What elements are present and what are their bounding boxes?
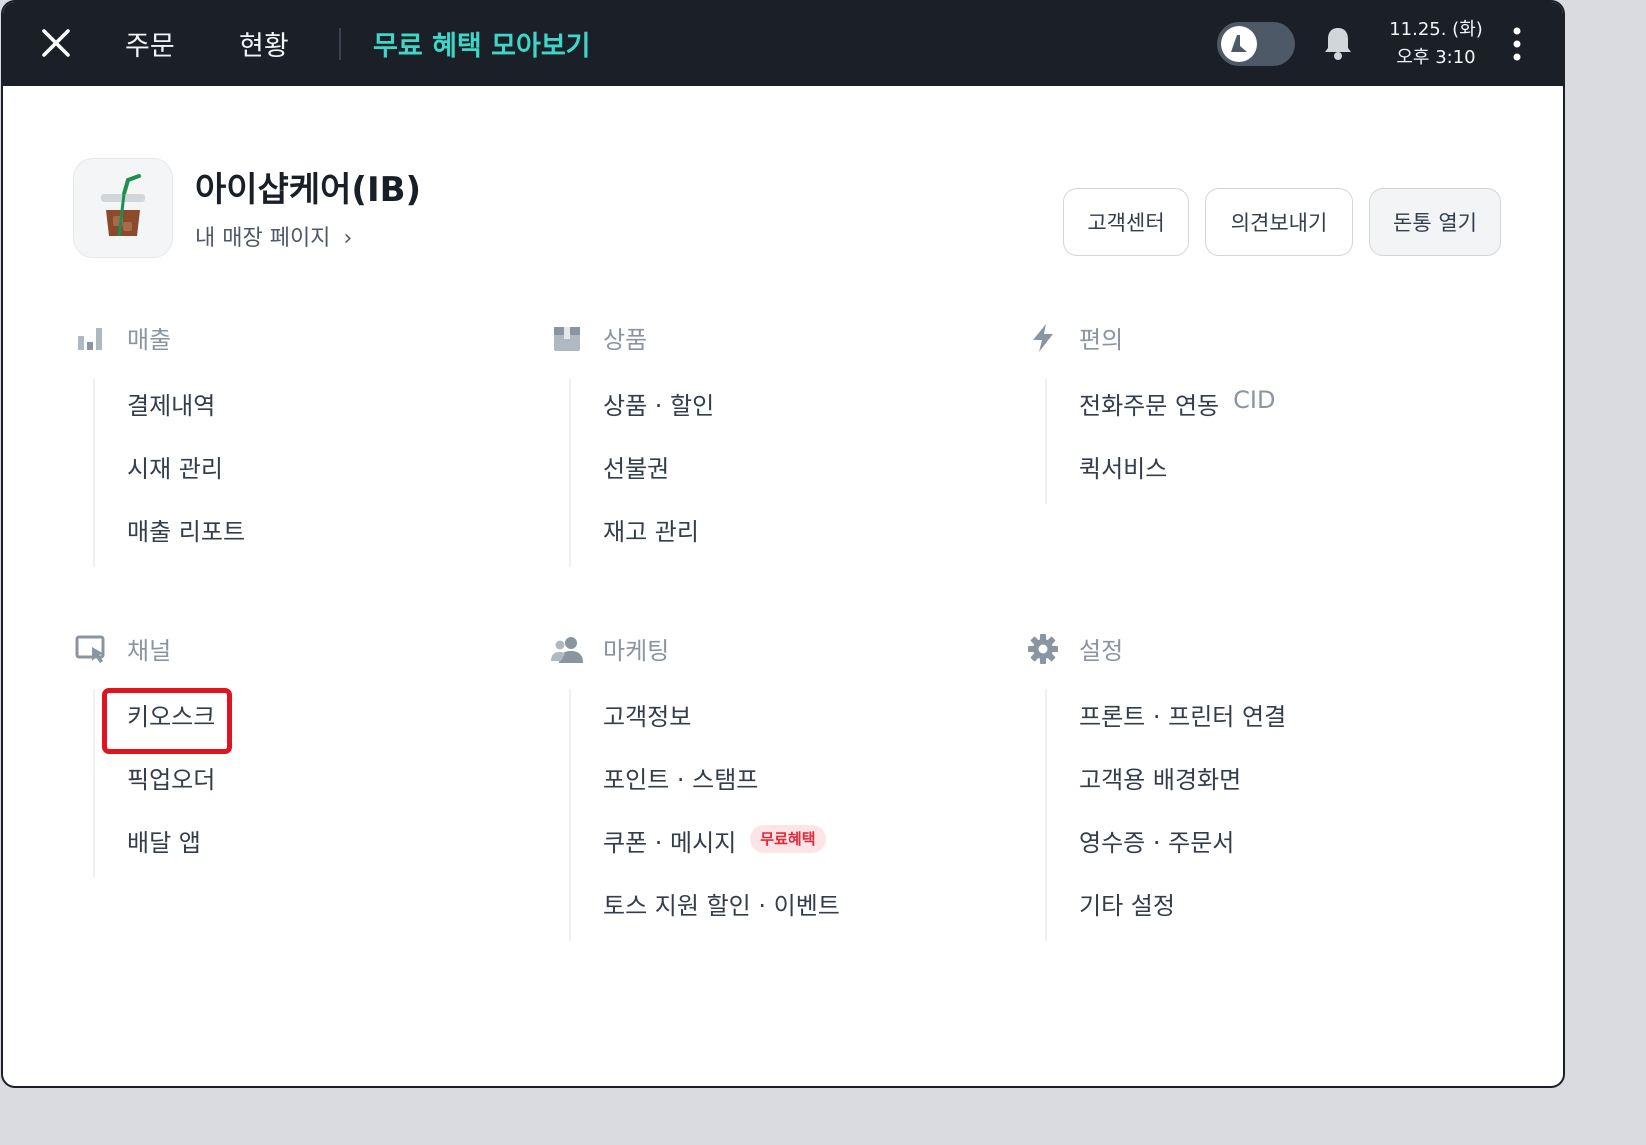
more-vertical-icon[interactable] [1507,26,1527,62]
tab-orders[interactable]: 주문 [125,24,175,63]
menu-item-coupons-messages[interactable]: 쿠폰 · 메시지 무료혜택 [603,815,991,878]
menu-item-delivery-app[interactable]: 배달 앱 [127,815,515,878]
section-title: 마케팅 [603,637,670,665]
app-window: 주문 현황 무료 혜택 모아보기 11.25. (화) 오후 3:10 아이샵케… [1,0,1565,1088]
section-channel-header: 채널 [75,629,515,669]
section-convenience-header: 편의 [1027,318,1467,358]
menu-item-phone-order[interactable]: 전화주문 연동 CID [1079,378,1467,441]
my-store-page-label: 내 매장 페이지 [195,226,331,251]
mode-toggle[interactable] [1217,22,1295,66]
gear-icon [1028,634,1058,664]
menu-item-receipt-order-sheet[interactable]: 영수증 · 주문서 [1079,815,1467,878]
tab-status[interactable]: 현황 [239,24,289,63]
section-title: 매출 [127,326,172,354]
iced-coffee-icon [101,174,145,238]
store-logo [73,158,173,258]
bar-chart-icon [78,328,102,350]
section-sales-header: 매출 [75,318,515,358]
coupons-messages-label: 쿠폰 · 메시지 [603,829,737,857]
bell-icon[interactable] [1321,24,1355,62]
menu-item-sales-report[interactable]: 매출 리포트 [127,504,515,567]
kiosk-touch-icon [75,635,105,663]
menu-item-customer-wallpaper[interactable]: 고객용 배경화면 [1079,752,1467,815]
menu-item-inventory[interactable]: 재고 관리 [603,504,991,567]
section-marketing-header: 마케팅 [551,629,991,669]
section-settings-header: 설정 [1027,629,1467,669]
menu-item-kiosk[interactable]: 키오스크 [127,689,515,752]
my-store-page-link[interactable]: 내 매장 페이지 › [195,220,352,252]
menu-item-payment-history[interactable]: 결제내역 [127,378,515,441]
menu-item-prepaid-voucher[interactable]: 선불권 [603,441,991,504]
menu-item-pickup-order[interactable]: 픽업오더 [127,752,515,815]
section-settings: 설정 프론트 · 프린터 연결 고객용 배경화면 영수증 · 주문서 기타 설정 [1027,629,1467,941]
section-products-list: 상품 · 할인 선불권 재고 관리 [569,378,991,567]
time-text: 오후 3:10 [1396,47,1476,68]
customer-center-button[interactable]: 고객센터 [1063,188,1189,256]
cleaning-icon [1221,26,1257,62]
section-title: 채널 [127,637,172,665]
menu-item-points-stamps[interactable]: 포인트 · 스탬프 [603,752,991,815]
close-icon[interactable] [39,26,73,60]
feedback-button[interactable]: 의견보내기 [1205,188,1353,256]
free-benefits-link[interactable]: 무료 혜택 모아보기 [373,24,591,63]
section-marketing: 마케팅 고객정보 포인트 · 스탬프 쿠폰 · 메시지 무료혜택 토스 지원 할… [551,629,991,941]
section-convenience-list: 전화주문 연동 CID 퀵서비스 [1045,378,1467,504]
section-title: 상품 [603,326,648,354]
cid-label: CID [1233,386,1276,414]
menu-item-toss-discount-events[interactable]: 토스 지원 할인 · 이벤트 [603,878,991,941]
section-title: 설정 [1079,637,1124,665]
phone-order-label: 전화주문 연동 [1079,392,1220,420]
section-sales-list: 결제내역 시재 관리 매출 리포트 [93,378,515,567]
section-products: 상품 상품 · 할인 선불권 재고 관리 [551,318,991,567]
section-channel-list: 키오스크 픽업오더 배달 앱 [93,689,515,878]
store-name: 아이샵케어(IB) [195,170,422,210]
section-channel: 채널 키오스크 픽업오더 배달 앱 [75,629,515,878]
section-convenience: 편의 전화주문 연동 CID 퀵서비스 [1027,318,1467,504]
date-text: 11.25. (화) [1389,19,1483,40]
lightning-icon [1033,324,1053,352]
top-bar: 주문 현황 무료 혜택 모아보기 11.25. (화) 오후 3:10 [3,2,1563,86]
section-products-header: 상품 [551,318,991,358]
menu-item-products-discounts[interactable]: 상품 · 할인 [603,378,991,441]
menu-item-customer-info[interactable]: 고객정보 [603,689,991,752]
people-icon [551,637,583,663]
menu-item-quick-service[interactable]: 퀵서비스 [1079,441,1467,504]
section-sales: 매출 결제내역 시재 관리 매출 리포트 [75,318,515,567]
section-title: 편의 [1079,326,1124,354]
chevron-right-icon: › [343,226,353,251]
topbar-divider [339,28,341,60]
open-cash-drawer-button[interactable]: 돈통 열기 [1369,188,1501,256]
free-benefit-badge: 무료혜택 [750,825,826,853]
menu-item-cash-management[interactable]: 시재 관리 [127,441,515,504]
box-icon [554,327,580,351]
section-marketing-list: 고객정보 포인트 · 스탬프 쿠폰 · 메시지 무료혜택 토스 지원 할인 · … [569,689,991,941]
menu-item-other-settings[interactable]: 기타 설정 [1079,878,1467,941]
datetime: 11.25. (화) 오후 3:10 [1381,16,1491,72]
menu-item-front-printer[interactable]: 프론트 · 프린터 연결 [1079,689,1467,752]
section-settings-list: 프론트 · 프린터 연결 고객용 배경화면 영수증 · 주문서 기타 설정 [1045,689,1467,941]
